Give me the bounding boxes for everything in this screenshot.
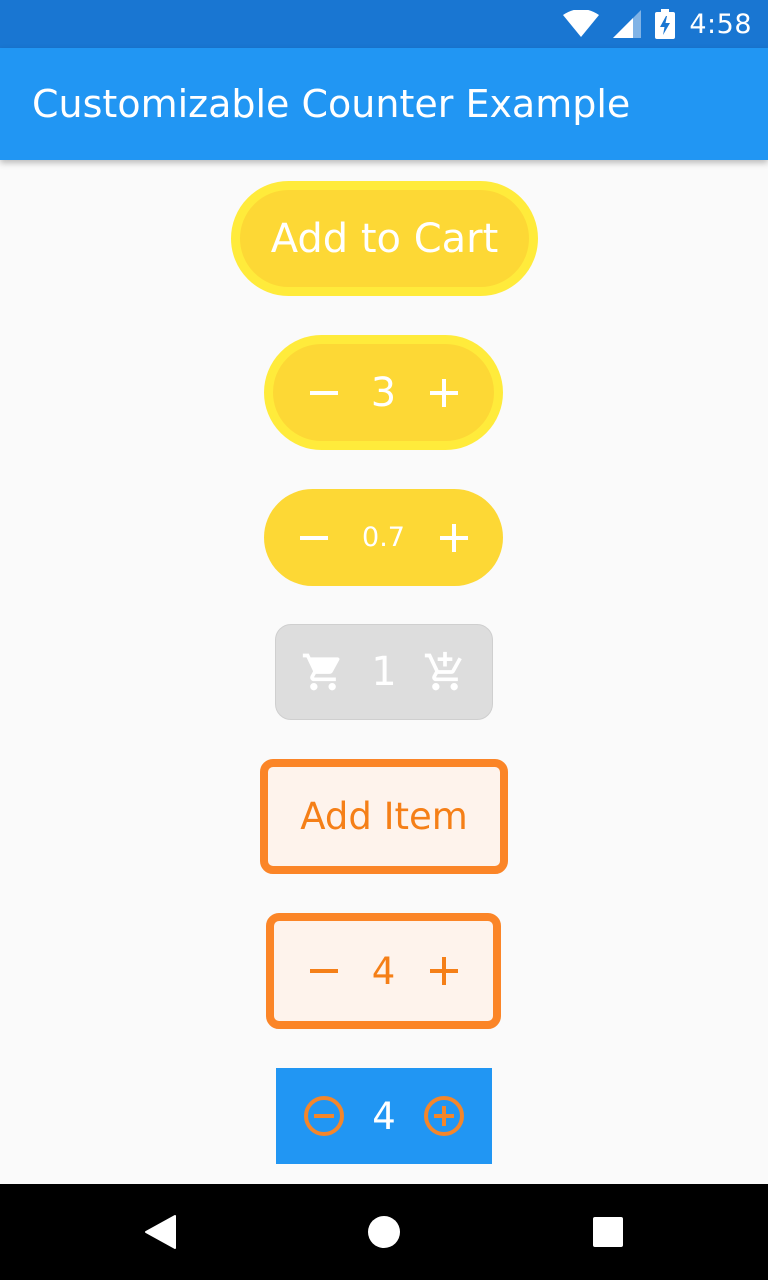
counter-value: 4 xyxy=(372,1094,396,1138)
cart-counter: 1 xyxy=(275,624,493,720)
status-bar: 4:58 xyxy=(0,0,768,48)
counter-value: 0.7 xyxy=(362,522,405,553)
plus-circle-icon xyxy=(424,1096,464,1136)
increment-button[interactable] xyxy=(424,508,484,568)
add-item-button[interactable]: Add Item xyxy=(260,759,508,874)
decimal-counter: 0.7 xyxy=(264,489,503,586)
orange-counter: 4 xyxy=(266,913,501,1029)
minus-icon xyxy=(309,390,338,395)
add-to-cart-label: Add to Cart xyxy=(270,215,499,262)
app-title: Customizable Counter Example xyxy=(32,82,631,126)
navigation-bar xyxy=(0,1184,768,1280)
status-icons: 4:58 xyxy=(563,0,752,48)
back-button[interactable] xyxy=(112,1184,208,1280)
increment-button[interactable] xyxy=(414,1086,474,1146)
back-icon xyxy=(145,1215,176,1249)
plus-icon xyxy=(429,957,458,985)
increment-button[interactable] xyxy=(414,363,474,423)
minus-circle-icon xyxy=(304,1096,344,1136)
minus-icon xyxy=(309,969,338,973)
recents-icon xyxy=(593,1217,623,1247)
yellow-counter: 3 xyxy=(264,335,503,450)
add-item-label: Add Item xyxy=(300,795,468,838)
battery-charging-icon xyxy=(655,9,676,39)
increment-button[interactable] xyxy=(415,642,475,702)
blue-counter: 4 xyxy=(276,1068,492,1164)
remove-shopping-cart-icon xyxy=(302,653,340,691)
home-button[interactable] xyxy=(336,1184,432,1280)
counter-value: 1 xyxy=(371,649,397,695)
counter-value: 3 xyxy=(370,369,397,416)
plus-icon xyxy=(439,523,468,552)
home-icon xyxy=(368,1216,400,1248)
plus-icon xyxy=(429,378,458,407)
cell-signal-icon xyxy=(613,10,642,38)
minus-icon xyxy=(299,535,328,540)
increment-button[interactable] xyxy=(414,941,474,1001)
status-time: 4:58 xyxy=(689,8,752,40)
decrement-button[interactable] xyxy=(294,941,354,1001)
decrement-button[interactable] xyxy=(284,508,344,568)
add-shopping-cart-icon xyxy=(424,651,462,691)
counter-value: 4 xyxy=(371,949,396,993)
app-bar: Customizable Counter Example xyxy=(0,48,768,160)
wifi-icon xyxy=(563,10,600,37)
decrement-button[interactable] xyxy=(293,642,353,702)
counter-list: Add to Cart 3 0.7 1 Add Item 4 4 xyxy=(0,160,768,1184)
decrement-button[interactable] xyxy=(294,363,354,423)
add-to-cart-button[interactable]: Add to Cart xyxy=(231,181,538,296)
decrement-button[interactable] xyxy=(294,1086,354,1146)
recents-button[interactable] xyxy=(560,1184,656,1280)
